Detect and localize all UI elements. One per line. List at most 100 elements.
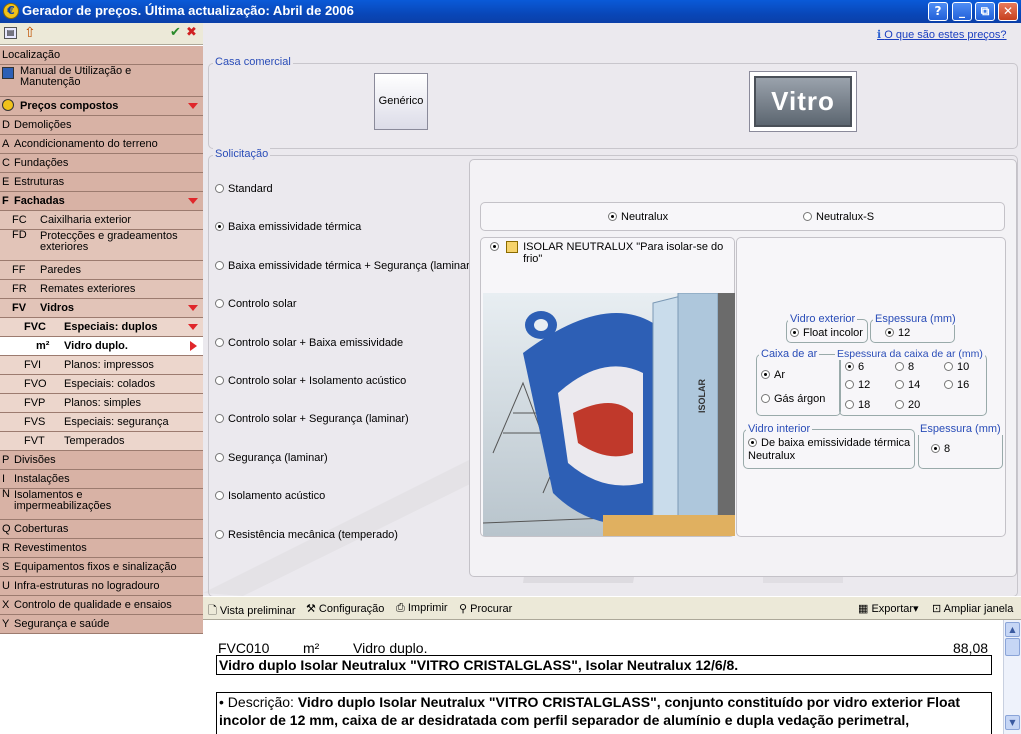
sidebar-item[interactable]: P Divisões [0, 451, 203, 470]
radio-esp-caixa[interactable]: 18 [845, 399, 870, 412]
sidebar-item[interactable]: A Acondicionamento do terreno [0, 135, 203, 154]
sidebar-item[interactable]: F Fachadas [0, 192, 203, 211]
search-button[interactable]: ⚲ Procurar [459, 602, 512, 615]
sidebar-item[interactable]: FVP Planos: simples [0, 394, 203, 413]
sidebar-item-label: Temperados [64, 435, 125, 447]
radio-solicitacao[interactable]: Segurança (laminar) [215, 452, 328, 465]
radio-esp-8[interactable]: 8 [931, 443, 950, 456]
sidebar-item-code: FVI [24, 359, 42, 371]
preview-button[interactable]: 🗋 Vista preliminar [208, 602, 296, 621]
radio-dot [845, 362, 854, 371]
radio-esp-caixa[interactable]: 8 [895, 361, 914, 374]
up-arrow-icon[interactable]: ⇧ [24, 25, 36, 41]
radio-neutralux-label: Neutralux [621, 211, 669, 223]
title-bar: € Gerador de preços. Última actualização… [0, 0, 1021, 23]
collapse-arrow-icon[interactable] [188, 198, 198, 204]
export-button[interactable]: ▦ Exportar▾ [858, 602, 919, 615]
radio-gas-argon[interactable]: Gás árgon [761, 393, 825, 406]
radio-esp-12[interactable]: 12 [885, 327, 910, 340]
radio-solicitacao[interactable]: Resistência mecânica (temperado) [215, 529, 398, 542]
vitro-brand-button[interactable]: Vitro [749, 71, 857, 132]
radio-solicitacao[interactable]: Isolamento acústico [215, 490, 325, 503]
sidebar-item[interactable]: FVI Planos: impressos [0, 356, 203, 375]
collapse-arrow-icon[interactable] [188, 324, 198, 330]
collapse-arrow-icon[interactable] [188, 305, 198, 311]
radio-esp-caixa[interactable]: 14 [895, 379, 920, 392]
vidro-interior-label: De baixa emissividade térmica Neutralux [748, 437, 911, 462]
sidebar-item-label: Caixilharia exterior [40, 214, 132, 226]
sidebar-item[interactable]: D Demolições [0, 116, 203, 135]
radio-solicitacao[interactable]: Baixa emissividade térmica [215, 221, 361, 234]
radio-float-incolor[interactable]: Float incolor [790, 327, 863, 340]
sidebar-item[interactable]: FC Caixilharia exterior [0, 211, 203, 230]
radio-vidro-interior[interactable]: De baixa emissividade térmica Neutralux [748, 437, 913, 463]
maximize-button[interactable]: ⧉ [975, 2, 995, 21]
cancel-icon[interactable]: ✖ [186, 25, 197, 40]
radio-dot [790, 328, 799, 337]
sidebar-item[interactable]: Manual de Utilização e Manutenção [0, 65, 203, 97]
print-button[interactable]: ⎙ Imprimir [396, 602, 448, 615]
radio-esp-caixa[interactable]: 6 [845, 361, 864, 374]
sidebar-item[interactable]: Localização [0, 46, 203, 65]
sidebar-item[interactable]: E Estruturas [0, 173, 203, 192]
radio-ar[interactable]: Ar [761, 369, 785, 382]
radio-esp-caixa[interactable]: 10 [944, 361, 969, 374]
sidebar-item[interactable]: FF Paredes [0, 261, 203, 280]
sidebar-item[interactable]: FVC Especiais: duplos [0, 318, 203, 337]
scroll-down-icon[interactable]: ▼ [1005, 715, 1020, 730]
product-option[interactable]: ISOLAR NEUTRALUX "Para isolar-se do frio… [490, 241, 730, 265]
radio-solicitacao[interactable]: Baixa emissividade térmica + Segurança (… [215, 260, 473, 273]
sidebar-item[interactable]: FD Protecções e gradeamentos exteriores [0, 230, 203, 261]
scroll-up-icon[interactable]: ▲ [1005, 622, 1020, 637]
sidebar-item-code: F [2, 195, 9, 207]
expand-button[interactable]: ⊡ Ampliar janela [932, 602, 1013, 615]
sidebar-item[interactable]: Preços compostos [0, 97, 203, 116]
sidebar-item-code: I [2, 473, 6, 485]
sidebar-item-label: Vidros [40, 302, 75, 314]
solicitacao-options: Standard Baixa emissividade térmica Baixa … [203, 23, 473, 583]
check-icon[interactable]: ✔ [170, 25, 181, 40]
radio-neutralux-s[interactable]: Neutralux-S [803, 211, 874, 224]
sidebar-item[interactable]: FR Remates exteriores [0, 280, 203, 299]
sidebar-item[interactable]: m² Vidro duplo. [0, 337, 203, 356]
tree-view-icon[interactable]: ▤ [4, 27, 17, 39]
sidebar-item[interactable]: U Infra-estruturas no logradouro [0, 577, 203, 596]
sidebar-item-code: S [2, 561, 10, 573]
sidebar-item[interactable]: FVT Temperados [0, 432, 203, 451]
sidebar-item[interactable]: C Fundações [0, 154, 203, 173]
sidebar-item[interactable]: FV Vidros [0, 299, 203, 318]
radio-solicitacao[interactable]: Controlo solar + Isolamento acústico [215, 375, 406, 388]
radio-solicitacao[interactable]: Controlo solar + Baixa emissividade [215, 337, 403, 350]
config-button[interactable]: ⚒ Configuração [306, 602, 384, 615]
sidebar-item[interactable]: R Revestimentos [0, 539, 203, 558]
sidebar-item[interactable]: Q Coberturas [0, 520, 203, 539]
sidebar-item[interactable]: I Instalações [0, 470, 203, 489]
minimize-button[interactable]: _ [952, 2, 972, 21]
sidebar-item-code: FR [12, 283, 27, 295]
sidebar-item[interactable]: S Equipamentos fixos e sinalização [0, 558, 203, 577]
help-button[interactable]: ? [928, 2, 948, 21]
collapse-arrow-icon[interactable] [188, 103, 198, 109]
sidebar-item-label: Segurança e saúde [14, 618, 110, 630]
radio-esp-caixa-label: 12 [858, 379, 871, 391]
sidebar-item[interactable]: N Isolamentos e impermeabilizações [0, 489, 203, 520]
sidebar-item[interactable]: X Controlo de qualidade e ensaios [0, 596, 203, 615]
scrollbar[interactable]: ▲ ▼ [1003, 620, 1021, 734]
radio-solicitacao[interactable]: Controlo solar + Segurança (laminar) [215, 413, 409, 426]
sidebar-item-code: FD [12, 230, 27, 241]
radio-neutralux[interactable]: Neutralux [608, 211, 668, 224]
help-link[interactable]: ℹ O que são estes preços? [877, 28, 1007, 41]
scroll-thumb[interactable] [1005, 638, 1020, 656]
close-button[interactable]: ✕ [998, 2, 1018, 21]
radio-esp-caixa[interactable]: 12 [845, 379, 870, 392]
radio-esp-caixa[interactable]: 16 [944, 379, 969, 392]
sidebar-item[interactable]: FVO Especiais: colados [0, 375, 203, 394]
sidebar-item[interactable]: Y Segurança e saúde [0, 615, 203, 634]
radio-solicitacao[interactable]: Controlo solar [215, 298, 296, 311]
sidebar-item-code: P [2, 454, 10, 466]
radio-esp-caixa[interactable]: 20 [895, 399, 920, 412]
variant-box [480, 202, 1005, 231]
radio-solicitacao[interactable]: Standard [215, 183, 273, 196]
sidebar-item-label: Especiais: colados [64, 378, 156, 390]
sidebar-item[interactable]: FVS Especiais: segurança [0, 413, 203, 432]
